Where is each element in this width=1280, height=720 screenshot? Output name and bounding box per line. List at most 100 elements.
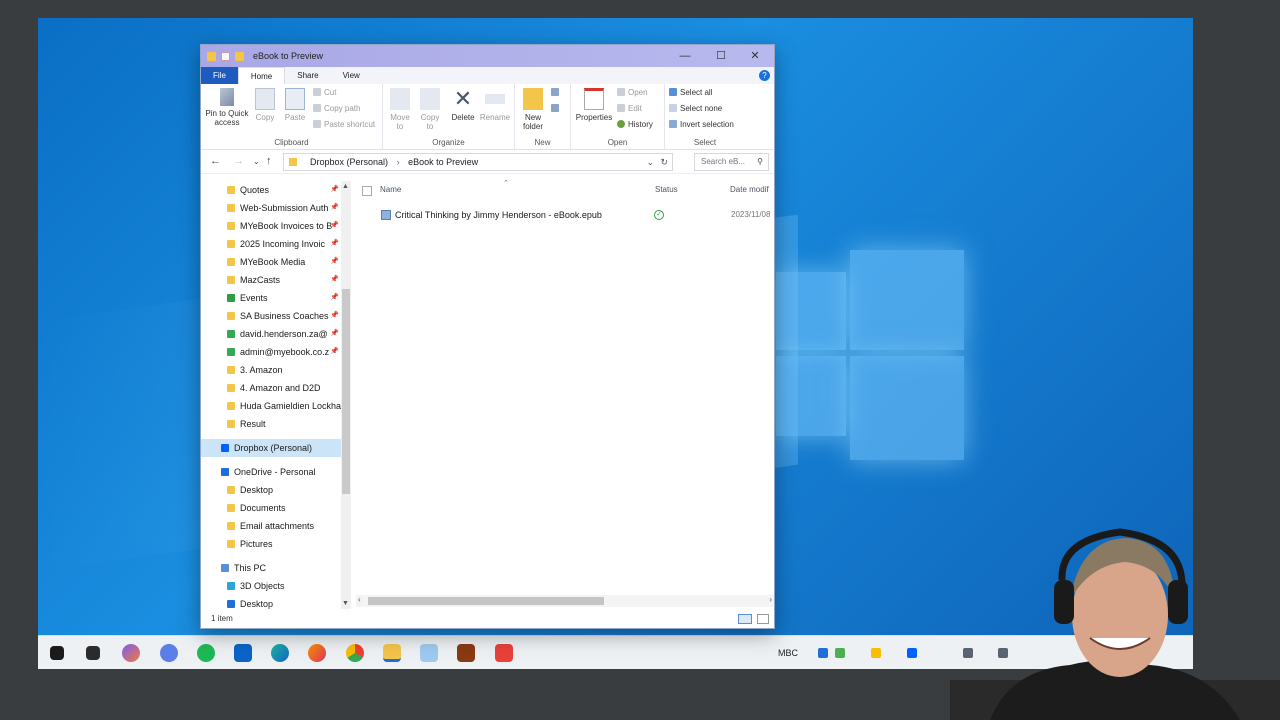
- copy-to-button[interactable]: Copy to: [417, 88, 443, 131]
- easy-access-button[interactable]: [551, 104, 562, 113]
- column-date-modified[interactable]: Date modif: [730, 185, 769, 194]
- sidebar-item-mazcasts[interactable]: MazCasts 📌: [201, 271, 341, 289]
- tab-share[interactable]: Share: [285, 67, 330, 84]
- close-button[interactable]: ✕: [738, 45, 772, 67]
- sidebar-item-desktop-2[interactable]: Desktop: [201, 595, 341, 609]
- minimize-button[interactable]: —: [668, 45, 702, 67]
- new-item-button[interactable]: [551, 88, 562, 97]
- new-folder-quick-icon[interactable]: [235, 51, 244, 61]
- tab-view[interactable]: View: [331, 67, 372, 84]
- select-none-button[interactable]: Select none: [669, 104, 722, 113]
- open-button[interactable]: Open: [617, 88, 648, 97]
- sidebar-item-onedrive-personal[interactable]: OneDrive - Personal: [201, 463, 341, 481]
- sidebar-item-desktop[interactable]: Desktop: [201, 481, 341, 499]
- tab-file[interactable]: File: [201, 67, 238, 84]
- back-arrow-icon[interactable]: ←: [210, 155, 221, 167]
- pin-icon[interactable]: 📌: [330, 217, 339, 235]
- help-icon[interactable]: ?: [759, 70, 770, 81]
- sidebar-item-admin-myebook[interactable]: admin@myebook.co.z 📌: [201, 343, 341, 361]
- tab-home[interactable]: Home: [237, 67, 286, 84]
- pin-icon[interactable]: 📌: [330, 181, 339, 199]
- sidebar-item-email-attachments[interactable]: Email attachments: [201, 517, 341, 535]
- refresh-icon[interactable]: ↻: [660, 154, 668, 170]
- sidebar-item-this-pc[interactable]: This PC: [201, 559, 341, 577]
- sidebar-item-result[interactable]: Result: [201, 415, 341, 433]
- sidebar-item-4-amazon-d2d[interactable]: 4. Amazon and D2D: [201, 379, 341, 397]
- scroll-right-icon[interactable]: ›: [769, 595, 772, 604]
- pin-icon[interactable]: 📌: [330, 307, 339, 325]
- select-all-button[interactable]: Select all: [669, 88, 712, 97]
- sidebar-item-david-henderson[interactable]: david.henderson.za@ 📌: [201, 325, 341, 343]
- edit-button[interactable]: Edit: [617, 104, 642, 113]
- sidebar-item-sa-business-coaches[interactable]: SA Business Coaches 📌: [201, 307, 341, 325]
- nav-scrollbar[interactable]: ▲ ▼: [341, 181, 351, 609]
- drive-icon[interactable]: [871, 648, 881, 658]
- sidebar-item-pictures[interactable]: Pictures: [201, 535, 341, 553]
- column-name[interactable]: Name: [380, 185, 401, 194]
- pin-icon[interactable]: 📌: [330, 289, 339, 307]
- edge-icon[interactable]: [271, 644, 289, 662]
- history-button[interactable]: History: [617, 120, 653, 129]
- horizontal-scroll-thumb[interactable]: [368, 597, 604, 605]
- sidebar-item-myebook-invoices[interactable]: MYeBook Invoices to B 📌: [201, 217, 341, 235]
- copilot-icon[interactable]: [122, 644, 140, 662]
- pin-icon[interactable]: 📌: [330, 253, 339, 271]
- notepad-icon[interactable]: [420, 644, 438, 662]
- new-folder-button[interactable]: New folder: [519, 88, 547, 131]
- nav-scroll-thumb[interactable]: [342, 289, 350, 494]
- spotify-icon[interactable]: [197, 644, 215, 662]
- sidebar-item-events[interactable]: Events 📌: [201, 289, 341, 307]
- sidebar-item-3-amazon[interactable]: 3. Amazon: [201, 361, 341, 379]
- pin-icon[interactable]: 📌: [330, 235, 339, 253]
- details-view-icon[interactable]: [738, 614, 752, 624]
- recent-chevron-icon[interactable]: ⌄: [253, 157, 260, 166]
- sidebar-item-documents[interactable]: Documents: [201, 499, 341, 517]
- file-explorer-icon[interactable]: [383, 644, 401, 662]
- large-icons-view-icon[interactable]: [757, 614, 769, 624]
- up-arrow-icon[interactable]: ↑: [266, 155, 272, 167]
- pin-icon[interactable]: 📌: [330, 325, 339, 343]
- properties-button[interactable]: Properties: [575, 88, 613, 122]
- canva-icon[interactable]: [495, 644, 513, 662]
- paste-shortcut-button[interactable]: Paste shortcut: [313, 120, 375, 129]
- invert-selection-button[interactable]: Invert selection: [669, 120, 734, 129]
- chrome-icon[interactable]: [346, 644, 364, 662]
- outlook-icon[interactable]: [234, 644, 252, 662]
- language-indicator[interactable]: MBC: [778, 648, 798, 658]
- sidebar-item-quotes[interactable]: Quotes 📌: [201, 181, 341, 199]
- forward-arrow-icon[interactable]: →: [233, 155, 244, 167]
- start-icon[interactable]: [50, 646, 64, 660]
- app-icon[interactable]: [160, 644, 178, 662]
- properties-quick-icon[interactable]: [221, 51, 230, 61]
- title-bar[interactable]: eBook to Preview — ☐ ✕: [201, 45, 774, 67]
- sidebar-item-2025-incoming-invoices[interactable]: 2025 Incoming Invoic 📌: [201, 235, 341, 253]
- scroll-down-icon[interactable]: ▼: [342, 600, 349, 607]
- address-field[interactable]: Dropbox (Personal) › eBook to Preview ⌄ …: [283, 153, 673, 171]
- rename-button[interactable]: Rename: [479, 88, 511, 122]
- paste-button[interactable]: Paste: [283, 88, 307, 122]
- pin-icon[interactable]: 📌: [330, 271, 339, 289]
- maximize-button[interactable]: ☐: [704, 45, 738, 67]
- pin-quick-access-button[interactable]: Pin to Quick access: [205, 88, 249, 127]
- address-dropdown-icon[interactable]: ⌄: [646, 154, 654, 170]
- sidebar-item-huda-gamieldien[interactable]: Huda Gamieldien Lockha: [201, 397, 341, 415]
- select-all-checkbox[interactable]: [362, 186, 372, 196]
- delete-button[interactable]: ✕ Delete: [449, 88, 477, 123]
- sidebar-item-web-submission[interactable]: Web-Submission Auth 📌: [201, 199, 341, 217]
- scroll-left-icon[interactable]: ‹: [358, 595, 361, 604]
- scroll-up-icon[interactable]: ▲: [342, 183, 349, 190]
- firefox-icon[interactable]: [308, 644, 326, 662]
- slides-icon[interactable]: [457, 644, 475, 662]
- pin-icon[interactable]: 📌: [330, 343, 339, 361]
- copy-button[interactable]: Copy: [253, 88, 277, 122]
- breadcrumb-ebook-to-preview[interactable]: eBook to Preview: [408, 157, 478, 167]
- search-input[interactable]: Search eB... ⚲: [694, 153, 769, 171]
- sidebar-item-3d-objects[interactable]: 3D Objects: [201, 577, 341, 595]
- pin-icon[interactable]: 📌: [330, 199, 339, 217]
- dropbox-icon[interactable]: [907, 648, 917, 658]
- column-status[interactable]: Status: [655, 185, 678, 194]
- move-to-button[interactable]: Move to: [387, 88, 413, 131]
- breadcrumb-dropbox[interactable]: Dropbox (Personal): [310, 157, 388, 167]
- sidebar-item-dropbox-personal[interactable]: Dropbox (Personal): [201, 439, 341, 457]
- sidebar-item-myebook-media[interactable]: MYeBook Media 📌: [201, 253, 341, 271]
